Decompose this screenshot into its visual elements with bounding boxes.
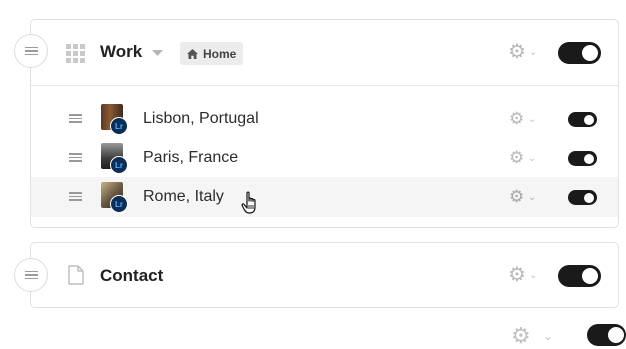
grid-icon: [66, 44, 85, 63]
drag-handle-icon[interactable]: [69, 153, 82, 162]
drag-handle-icon[interactable]: [24, 46, 38, 56]
contact-title[interactable]: Contact: [100, 266, 163, 286]
hand-cursor-icon: [241, 191, 256, 214]
thumbnail: Lr: [101, 182, 128, 213]
drag-handle-icon[interactable]: [24, 270, 38, 280]
gear-icon[interactable]: ⚙: [508, 265, 526, 285]
chevron-down-icon[interactable]: ⌄: [528, 154, 536, 164]
list-item[interactable]: Lr Rome, Italy ⚙ ⌄: [31, 177, 618, 217]
chevron-down-icon[interactable]: ⌄: [528, 115, 536, 125]
item-label[interactable]: Paris, France: [143, 149, 238, 167]
thumbnail: Lr: [101, 104, 128, 135]
list-item[interactable]: Lr Paris, France ⚙ ⌄: [31, 139, 618, 177]
work-title[interactable]: Work: [100, 42, 142, 62]
drag-handle-icon[interactable]: [69, 192, 82, 201]
item-label[interactable]: Lisbon, Portugal: [143, 110, 259, 128]
lightroom-icon: Lr: [110, 195, 128, 213]
lightroom-icon: Lr: [110, 156, 128, 174]
item-label[interactable]: Rome, Italy: [143, 188, 224, 206]
gear-icon[interactable]: ⚙: [508, 42, 526, 62]
lightroom-icon: Lr: [110, 117, 128, 135]
home-badge: Home: [180, 42, 244, 65]
work-drag-handle[interactable]: [14, 34, 48, 68]
gear-icon[interactable]: ⚙: [509, 149, 524, 166]
chevron-down-icon[interactable]: ⌄: [529, 271, 537, 281]
house-icon: [187, 48, 198, 59]
list-item[interactable]: Lr Lisbon, Portugal ⚙ ⌄: [31, 100, 618, 138]
page-icon: [68, 265, 84, 285]
home-badge-label: Home: [203, 46, 237, 61]
contact-drag-handle[interactable]: [14, 258, 48, 292]
caret-down-icon[interactable]: [152, 50, 163, 56]
site-visibility-toggle[interactable]: [587, 324, 626, 346]
gear-icon[interactable]: ⚙: [511, 325, 531, 347]
gear-icon[interactable]: ⚙: [509, 188, 524, 205]
chevron-down-icon[interactable]: ⌄: [529, 48, 537, 58]
item-visibility-toggle[interactable]: [568, 151, 597, 166]
drag-handle-icon[interactable]: [69, 114, 82, 123]
chevron-down-icon[interactable]: ⌄: [543, 330, 553, 342]
work-panel: Work Home ⚙ ⌄ Lr Lisbon, Portugal ⚙ ⌄ Lr…: [30, 19, 619, 228]
chevron-down-icon[interactable]: ⌄: [528, 193, 536, 203]
work-visibility-toggle[interactable]: [558, 42, 601, 64]
contact-panel[interactable]: Contact ⚙ ⌄: [30, 242, 619, 308]
work-header-row[interactable]: Work Home ⚙ ⌄: [31, 20, 618, 86]
gear-icon[interactable]: ⚙: [509, 110, 524, 127]
item-visibility-toggle[interactable]: [568, 190, 597, 205]
contact-visibility-toggle[interactable]: [558, 265, 601, 287]
thumbnail: Lr: [101, 143, 128, 174]
item-visibility-toggle[interactable]: [568, 112, 597, 127]
